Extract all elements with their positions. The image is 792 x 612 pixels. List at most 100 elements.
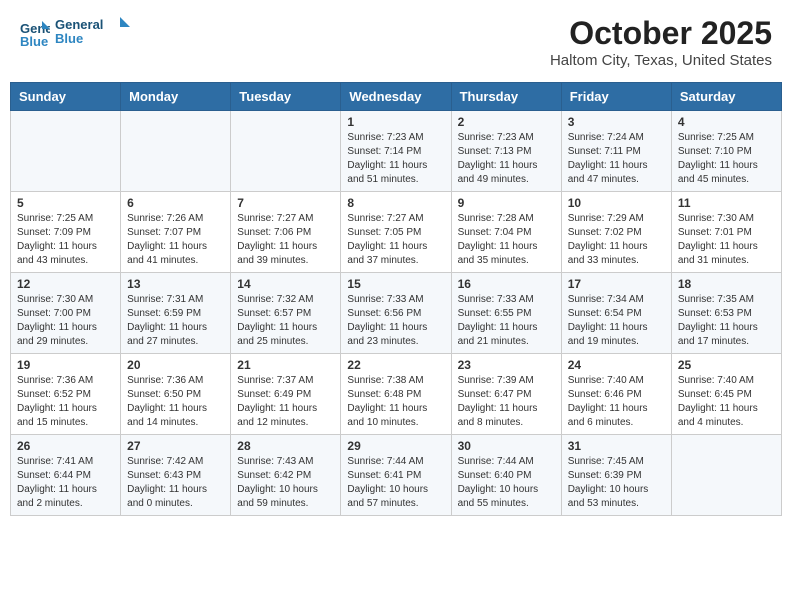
- day-info: Sunrise: 7:45 AMSunset: 6:39 PMDaylight:…: [568, 455, 665, 511]
- day-number: 14: [237, 277, 334, 291]
- calendar-cell: 10 Sunrise: 7:29 AMSunset: 7:02 PMDayligh…: [561, 192, 671, 273]
- calendar-cell: 24 Sunrise: 7:40 AMSunset: 6:46 PMDayligh…: [561, 354, 671, 435]
- day-number: 21: [237, 358, 334, 372]
- day-number: 1: [347, 115, 444, 129]
- calendar-cell: 22 Sunrise: 7:38 AMSunset: 6:48 PMDayligh…: [341, 354, 451, 435]
- svg-text:General: General: [55, 17, 103, 32]
- day-info: Sunrise: 7:44 AMSunset: 6:41 PMDaylight:…: [347, 455, 444, 511]
- day-number: 6: [127, 196, 224, 210]
- day-number: 4: [678, 115, 775, 129]
- day-info: Sunrise: 7:44 AMSunset: 6:40 PMDaylight:…: [458, 455, 555, 511]
- day-number: 12: [17, 277, 114, 291]
- month-title: October 2025: [550, 15, 772, 52]
- day-info: Sunrise: 7:23 AMSunset: 7:14 PMDaylight:…: [347, 131, 444, 187]
- day-info: Sunrise: 7:36 AMSunset: 6:50 PMDaylight:…: [127, 374, 224, 430]
- calendar-cell: 28 Sunrise: 7:43 AMSunset: 6:42 PMDayligh…: [231, 435, 341, 516]
- week-row-2: 5 Sunrise: 7:25 AMSunset: 7:09 PMDaylight…: [11, 192, 782, 273]
- day-number: 2: [458, 115, 555, 129]
- day-number: 10: [568, 196, 665, 210]
- day-info: Sunrise: 7:29 AMSunset: 7:02 PMDaylight:…: [568, 212, 665, 268]
- day-number: 20: [127, 358, 224, 372]
- calendar-cell: 20 Sunrise: 7:36 AMSunset: 6:50 PMDayligh…: [121, 354, 231, 435]
- day-info: Sunrise: 7:31 AMSunset: 6:59 PMDaylight:…: [127, 293, 224, 349]
- day-info: Sunrise: 7:40 AMSunset: 6:46 PMDaylight:…: [568, 374, 665, 430]
- calendar-cell: 2 Sunrise: 7:23 AMSunset: 7:13 PMDaylight…: [451, 111, 561, 192]
- day-info: Sunrise: 7:23 AMSunset: 7:13 PMDaylight:…: [458, 131, 555, 187]
- calendar-cell: 12 Sunrise: 7:30 AMSunset: 7:00 PMDayligh…: [11, 273, 121, 354]
- day-info: Sunrise: 7:36 AMSunset: 6:52 PMDaylight:…: [17, 374, 114, 430]
- day-number: 30: [458, 439, 555, 453]
- calendar-cell: [231, 111, 341, 192]
- day-number: 22: [347, 358, 444, 372]
- weekday-header-row: SundayMondayTuesdayWednesdayThursdayFrid…: [11, 83, 782, 111]
- day-number: 8: [347, 196, 444, 210]
- logo: General Blue General Blue General Blue: [20, 15, 135, 54]
- day-number: 16: [458, 277, 555, 291]
- calendar-cell: 31Sunrise: 7:45 AMSunset: 6:39 PMDayligh…: [561, 435, 671, 516]
- day-info: Sunrise: 7:27 AMSunset: 7:06 PMDaylight:…: [237, 212, 334, 268]
- calendar-cell: 23Sunrise: 7:39 AMSunset: 6:47 PMDayligh…: [451, 354, 561, 435]
- title-area: October 2025 Haltom City, Texas, United …: [550, 15, 772, 69]
- week-row-4: 19 Sunrise: 7:36 AMSunset: 6:52 PMDayligh…: [11, 354, 782, 435]
- day-number: 27: [127, 439, 224, 453]
- calendar-cell: 11 Sunrise: 7:30 AMSunset: 7:01 PMDayligh…: [671, 192, 781, 273]
- day-number: 5: [17, 196, 114, 210]
- day-info: Sunrise: 7:25 AMSunset: 7:09 PMDaylight:…: [17, 212, 114, 268]
- calendar-cell: 17 Sunrise: 7:34 AMSunset: 6:54 PMDayligh…: [561, 273, 671, 354]
- calendar-cell: 8 Sunrise: 7:27 AMSunset: 7:05 PMDaylight…: [341, 192, 451, 273]
- calendar-cell: 18Sunrise: 7:35 AMSunset: 6:53 PMDayligh…: [671, 273, 781, 354]
- day-number: 28: [237, 439, 334, 453]
- day-number: 25: [678, 358, 775, 372]
- day-info: Sunrise: 7:28 AMSunset: 7:04 PMDaylight:…: [458, 212, 555, 268]
- calendar-cell: 14 Sunrise: 7:32 AMSunset: 6:57 PMDayligh…: [231, 273, 341, 354]
- day-info: Sunrise: 7:32 AMSunset: 6:57 PMDaylight:…: [237, 293, 334, 349]
- day-number: 17: [568, 277, 665, 291]
- day-info: Sunrise: 7:42 AMSunset: 6:43 PMDaylight:…: [127, 455, 224, 511]
- day-info: Sunrise: 7:41 AMSunset: 6:44 PMDaylight:…: [17, 455, 114, 511]
- weekday-header-wednesday: Wednesday: [341, 83, 451, 111]
- day-info: Sunrise: 7:43 AMSunset: 6:42 PMDaylight:…: [237, 455, 334, 511]
- weekday-header-tuesday: Tuesday: [231, 83, 341, 111]
- day-info: Sunrise: 7:25 AMSunset: 7:10 PMDaylight:…: [678, 131, 775, 187]
- day-number: 19: [17, 358, 114, 372]
- day-info: Sunrise: 7:33 AMSunset: 6:56 PMDaylight:…: [347, 293, 444, 349]
- calendar-cell: 7 Sunrise: 7:27 AMSunset: 7:06 PMDaylight…: [231, 192, 341, 273]
- day-info: Sunrise: 7:35 AMSunset: 6:53 PMDaylight:…: [678, 293, 775, 349]
- weekday-header-sunday: Sunday: [11, 83, 121, 111]
- day-info: Sunrise: 7:34 AMSunset: 6:54 PMDaylight:…: [568, 293, 665, 349]
- calendar-cell: 1 Sunrise: 7:23 AMSunset: 7:14 PMDaylight…: [341, 111, 451, 192]
- day-number: 24: [568, 358, 665, 372]
- day-info: Sunrise: 7:30 AMSunset: 7:01 PMDaylight:…: [678, 212, 775, 268]
- day-number: 29: [347, 439, 444, 453]
- logo-icon: General Blue: [20, 19, 50, 49]
- week-row-3: 12 Sunrise: 7:30 AMSunset: 7:00 PMDayligh…: [11, 273, 782, 354]
- calendar-cell: 3Sunrise: 7:24 AMSunset: 7:11 PMDaylight…: [561, 111, 671, 192]
- calendar: SundayMondayTuesdayWednesdayThursdayFrid…: [10, 82, 782, 516]
- day-info: Sunrise: 7:38 AMSunset: 6:48 PMDaylight:…: [347, 374, 444, 430]
- day-info: Sunrise: 7:27 AMSunset: 7:05 PMDaylight:…: [347, 212, 444, 268]
- day-number: 26: [17, 439, 114, 453]
- calendar-cell: [11, 111, 121, 192]
- day-info: Sunrise: 7:37 AMSunset: 6:49 PMDaylight:…: [237, 374, 334, 430]
- calendar-cell: 13Sunrise: 7:31 AMSunset: 6:59 PMDayligh…: [121, 273, 231, 354]
- weekday-header-friday: Friday: [561, 83, 671, 111]
- day-info: Sunrise: 7:40 AMSunset: 6:45 PMDaylight:…: [678, 374, 775, 430]
- weekday-header-monday: Monday: [121, 83, 231, 111]
- day-number: 9: [458, 196, 555, 210]
- calendar-cell: [671, 435, 781, 516]
- day-number: 7: [237, 196, 334, 210]
- day-number: 3: [568, 115, 665, 129]
- calendar-cell: 4 Sunrise: 7:25 AMSunset: 7:10 PMDaylight…: [671, 111, 781, 192]
- day-info: Sunrise: 7:30 AMSunset: 7:00 PMDaylight:…: [17, 293, 114, 349]
- calendar-cell: 21 Sunrise: 7:37 AMSunset: 6:49 PMDayligh…: [231, 354, 341, 435]
- header: General Blue General Blue General Blue O…: [10, 10, 782, 74]
- weekday-header-thursday: Thursday: [451, 83, 561, 111]
- week-row-1: 1 Sunrise: 7:23 AMSunset: 7:14 PMDaylight…: [11, 111, 782, 192]
- day-number: 23: [458, 358, 555, 372]
- calendar-cell: [121, 111, 231, 192]
- svg-text:Blue: Blue: [55, 31, 83, 46]
- calendar-cell: 27 Sunrise: 7:42 AMSunset: 6:43 PMDayligh…: [121, 435, 231, 516]
- calendar-cell: 16Sunrise: 7:33 AMSunset: 6:55 PMDayligh…: [451, 273, 561, 354]
- weekday-header-saturday: Saturday: [671, 83, 781, 111]
- day-number: 11: [678, 196, 775, 210]
